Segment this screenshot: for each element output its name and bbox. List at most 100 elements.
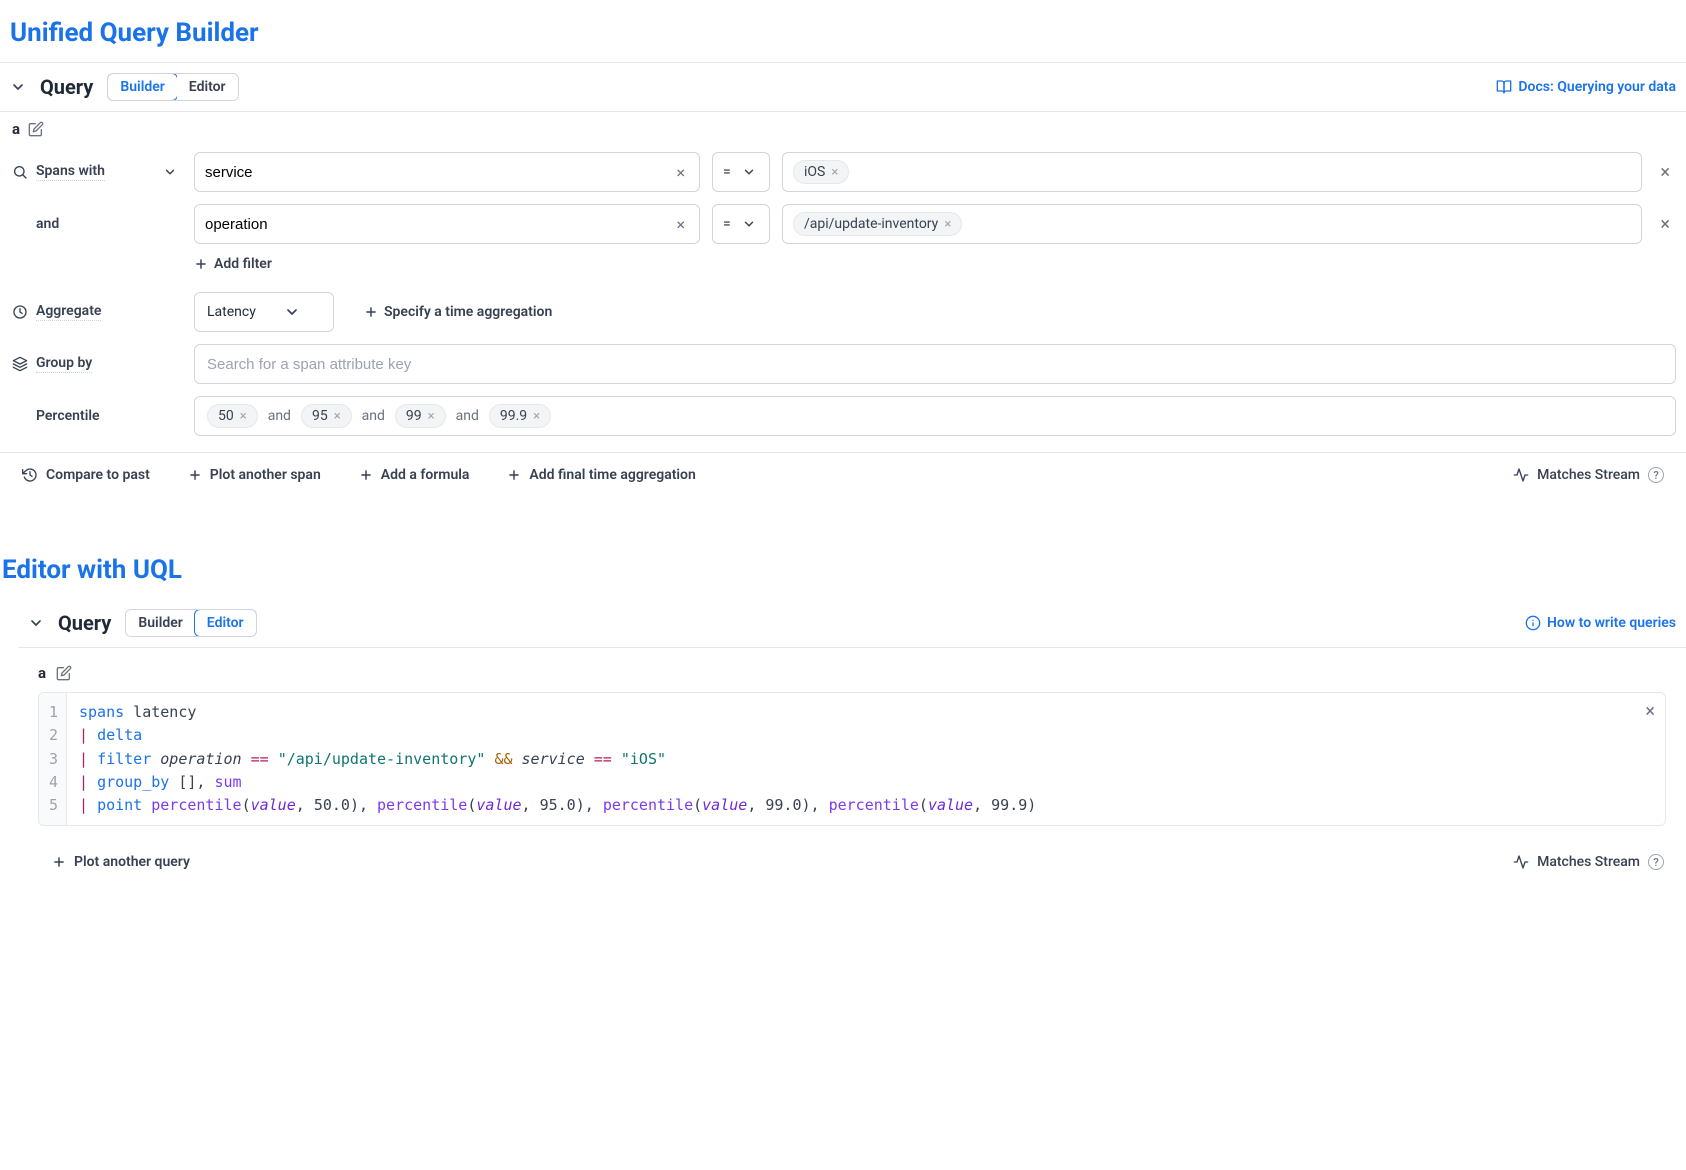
edit-icon[interactable] bbox=[56, 665, 72, 681]
groupby-label: Group by bbox=[36, 355, 92, 373]
and-text: and bbox=[456, 408, 479, 424]
matches-stream-label: Matches Stream bbox=[1537, 854, 1640, 870]
filter-value-field[interactable]: /api/update-inventory × bbox=[782, 204, 1642, 244]
chip-label: 99.9 bbox=[500, 408, 527, 424]
query-letter: a bbox=[12, 120, 20, 138]
specify-time-aggregation-button[interactable]: Specify a time aggregation bbox=[364, 304, 552, 320]
clear-icon[interactable]: × bbox=[672, 215, 689, 234]
add-formula-button[interactable]: Add a formula bbox=[359, 467, 470, 483]
plot-query-label: Plot another query bbox=[74, 854, 190, 870]
compare-label: Compare to past bbox=[46, 467, 150, 483]
percentile-chip[interactable]: 50 × bbox=[207, 404, 258, 428]
filter-attribute-field[interactable] bbox=[205, 216, 672, 233]
plot-another-query-button[interactable]: Plot another query bbox=[52, 854, 190, 870]
matches-stream-button[interactable]: Matches Stream? bbox=[1513, 854, 1664, 870]
remove-filter-icon[interactable]: × bbox=[1654, 214, 1676, 235]
percentile-field[interactable]: 50 × and 95 × and 99 × and 99.9 × bbox=[194, 396, 1676, 436]
book-icon bbox=[1496, 79, 1512, 95]
edit-icon[interactable] bbox=[28, 121, 44, 137]
editor-header: Query Builder Editor How to write querie… bbox=[18, 599, 1686, 647]
remove-filter-icon[interactable]: × bbox=[1654, 162, 1676, 183]
activity-icon bbox=[1513, 854, 1529, 870]
filter-attribute-input[interactable]: × bbox=[194, 152, 700, 192]
close-icon[interactable]: × bbox=[428, 409, 435, 424]
plus-icon bbox=[359, 468, 373, 482]
groupby-row: Group by bbox=[10, 344, 1676, 384]
filter-value-field[interactable]: iOS × bbox=[782, 152, 1642, 192]
filter-attribute-input[interactable]: × bbox=[194, 204, 700, 244]
aggregate-select[interactable]: Latency bbox=[194, 292, 334, 332]
and-text: and bbox=[268, 408, 291, 424]
close-icon[interactable]: × bbox=[1645, 701, 1655, 722]
docs-link[interactable]: Docs: Querying your data bbox=[1496, 79, 1676, 95]
plus-icon bbox=[194, 257, 208, 271]
percentile-chip[interactable]: 95 × bbox=[301, 404, 352, 428]
operator-select[interactable]: = bbox=[712, 204, 770, 244]
tab-editor[interactable]: Editor bbox=[177, 74, 238, 100]
groupby-input[interactable] bbox=[194, 344, 1676, 384]
tab-builder[interactable]: Builder bbox=[126, 610, 194, 636]
close-icon[interactable]: × bbox=[240, 409, 247, 424]
help-icon[interactable]: ? bbox=[1648, 467, 1664, 483]
help-icon[interactable]: ? bbox=[1648, 854, 1664, 870]
close-icon[interactable]: × bbox=[831, 165, 838, 180]
plot-another-span-button[interactable]: Plot another span bbox=[188, 467, 321, 483]
matches-stream-button[interactable]: Matches Stream ? bbox=[1513, 467, 1664, 483]
add-final-aggregation-button[interactable]: Add final time aggregation bbox=[507, 467, 695, 483]
close-icon[interactable]: × bbox=[944, 217, 951, 232]
plus-icon bbox=[52, 855, 66, 869]
help-link[interactable]: How to write queries bbox=[1525, 615, 1676, 631]
code-content[interactable]: spans latency | delta | filter operation… bbox=[67, 693, 1665, 825]
chevron-down-icon[interactable] bbox=[162, 164, 178, 180]
chevron-down-icon bbox=[284, 304, 300, 320]
clear-icon[interactable]: × bbox=[672, 163, 689, 182]
query-header: Query Builder Editor Docs: Querying your… bbox=[0, 63, 1686, 111]
filter-row: Spans with × = iOS × × bbox=[10, 152, 1676, 192]
percentile-chip[interactable]: 99.9 × bbox=[489, 404, 551, 428]
spans-with-label: Spans with bbox=[36, 163, 105, 181]
section-title-editor: Editor with UQL bbox=[0, 537, 1686, 599]
chevron-down-icon bbox=[741, 164, 757, 180]
tab-builder[interactable]: Builder bbox=[107, 73, 177, 101]
chip-label: 50 bbox=[218, 408, 234, 424]
chevron-down-icon[interactable] bbox=[10, 79, 26, 95]
clock-icon bbox=[12, 304, 28, 320]
chevron-down-icon[interactable] bbox=[28, 615, 44, 631]
operator-select[interactable]: = bbox=[712, 152, 770, 192]
chip-label: iOS bbox=[804, 164, 825, 180]
percentile-label: Percentile bbox=[36, 408, 100, 424]
docs-link-text: Docs: Querying your data bbox=[1518, 79, 1676, 95]
chip-label: 99 bbox=[406, 408, 422, 424]
add-filter-label: Add filter bbox=[214, 256, 272, 272]
groupby-field[interactable] bbox=[207, 356, 1663, 373]
activity-icon bbox=[1513, 467, 1529, 483]
operator-value: = bbox=[723, 216, 731, 232]
plot-span-label: Plot another span bbox=[210, 467, 321, 483]
chip-label: /api/update-inventory bbox=[804, 216, 938, 232]
percentile-chip[interactable]: 99 × bbox=[395, 404, 446, 428]
and-text: and bbox=[362, 408, 385, 424]
close-icon[interactable]: × bbox=[533, 409, 540, 424]
chevron-down-icon bbox=[741, 216, 757, 232]
query-footer: Compare to past Plot another span Add a … bbox=[0, 452, 1686, 497]
close-icon[interactable]: × bbox=[334, 409, 341, 424]
filter-attribute-field[interactable] bbox=[205, 164, 672, 181]
plus-icon bbox=[507, 468, 521, 482]
percentile-row: Percentile 50 × and 95 × and 99 × and 99… bbox=[10, 396, 1676, 436]
aggregate-value: Latency bbox=[207, 304, 256, 320]
tab-editor[interactable]: Editor bbox=[194, 609, 257, 637]
filter-value-chip[interactable]: iOS × bbox=[793, 160, 849, 184]
add-filter-button[interactable]: Add filter bbox=[194, 256, 1676, 272]
aggregate-row: Aggregate Latency Specify a time aggrega… bbox=[10, 292, 1676, 332]
compare-to-past-button[interactable]: Compare to past bbox=[22, 467, 150, 483]
info-icon bbox=[1525, 615, 1541, 631]
query-letter: a bbox=[38, 664, 46, 682]
history-icon bbox=[22, 467, 38, 483]
query-label: Query bbox=[40, 75, 93, 99]
filter-value-chip[interactable]: /api/update-inventory × bbox=[793, 212, 962, 236]
filter-row: and × = /api/update-inventory × × bbox=[10, 204, 1676, 244]
matches-stream-label: Matches Stream bbox=[1537, 467, 1640, 483]
code-editor[interactable]: 12345 spans latency | delta | filter ope… bbox=[38, 692, 1666, 826]
tab-group: Builder Editor bbox=[125, 609, 256, 637]
search-icon bbox=[12, 164, 28, 180]
